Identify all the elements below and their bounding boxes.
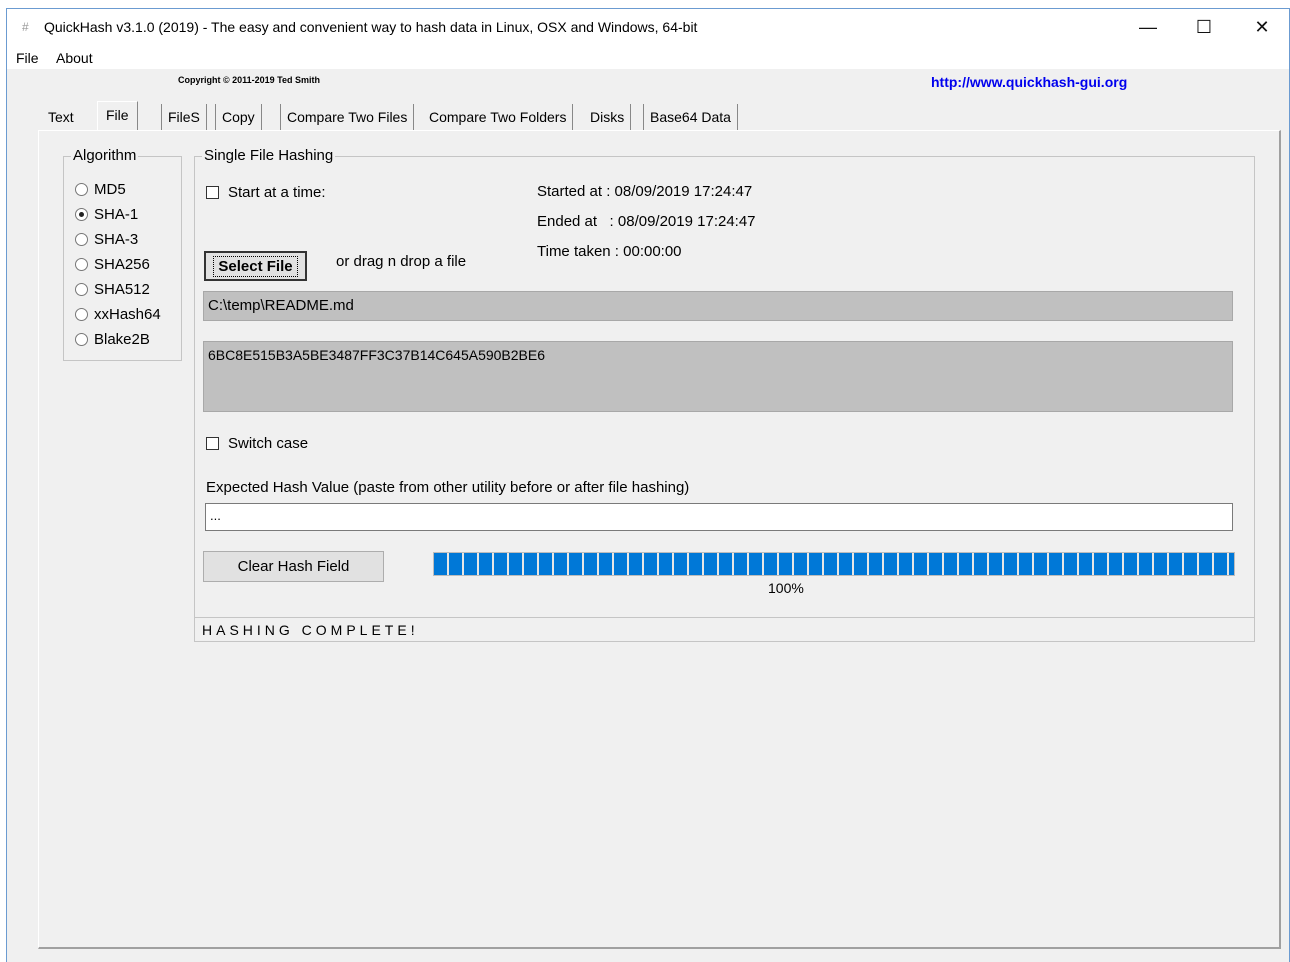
progress-fill	[434, 553, 1234, 575]
select-file-label: Select File	[213, 255, 298, 277]
tab-base64-data[interactable]: Base64 Data	[643, 104, 738, 131]
radio-xxhash64-label: xxHash64	[94, 306, 161, 323]
radio-sha1-circle[interactable]	[75, 208, 88, 221]
clear-hash-button[interactable]: Clear Hash Field	[203, 551, 384, 582]
window-title: QuickHash v3.1.0 (2019) - The easy and c…	[44, 19, 698, 35]
maximize-button[interactable]: ☐	[1176, 9, 1232, 45]
app-icon: #	[22, 20, 29, 34]
radio-sha256-circle[interactable]	[75, 258, 88, 271]
radio-sha512[interactable]: SHA512	[75, 281, 150, 298]
tab-disks[interactable]: Disks	[584, 104, 632, 131]
copyright-text: Copyright © 2011-2019 Ted Smith	[178, 75, 321, 85]
minimize-button[interactable]: —	[1120, 9, 1176, 45]
hash-value-field[interactable]: 6BC8E515B3A5BE3487FF3C37B14C645A590B2BE6	[203, 341, 1233, 412]
radio-sha1[interactable]: SHA-1	[75, 206, 138, 223]
radio-sha256-label: SHA256	[94, 256, 150, 273]
radio-sha1-label: SHA-1	[94, 206, 139, 223]
radio-blake2b-label: Blake2B	[94, 331, 150, 348]
expected-hash-label: Expected Hash Value (paste from other ut…	[206, 479, 690, 496]
website-link[interactable]: http://www.quickhash-gui.org	[931, 74, 1127, 90]
radio-sha512-circle[interactable]	[75, 283, 88, 296]
drag-drop-text: or drag n drop a file	[336, 253, 467, 270]
tab-copy[interactable]: Copy	[215, 104, 262, 131]
progress-bar	[433, 552, 1235, 576]
progress-percent: 100%	[768, 580, 804, 596]
file-path-field[interactable]: C:\temp\README.md	[203, 291, 1233, 321]
status-bar: HASHING COMPLETE!	[194, 617, 1255, 642]
menu-bar	[7, 47, 1289, 69]
radio-sha256[interactable]: SHA256	[75, 256, 150, 273]
ended-at-text: Ended at : 08/09/2019 17:24:47	[537, 213, 756, 230]
tab-compare-two-files[interactable]: Compare Two Files	[280, 104, 415, 131]
radio-xxhash64[interactable]: xxHash64	[75, 306, 161, 323]
time-taken-text: Time taken : 00:00:00	[537, 243, 682, 260]
close-button[interactable]: ✕	[1234, 9, 1290, 45]
tab-text[interactable]: Text	[40, 104, 82, 131]
started-at-text: Started at : 08/09/2019 17:24:47	[537, 183, 753, 200]
radio-sha3[interactable]: SHA-3	[75, 231, 138, 248]
radio-blake2b[interactable]: Blake2B	[75, 331, 150, 348]
single-file-legend: Single File Hashing	[202, 147, 336, 164]
start-at-time-label: Start at a time:	[228, 184, 326, 201]
radio-xxhash64-circle[interactable]	[75, 308, 88, 321]
radio-md5-circle[interactable]	[75, 183, 88, 196]
radio-sha3-circle[interactable]	[75, 233, 88, 246]
radio-sha3-label: SHA-3	[94, 231, 139, 248]
menu-file[interactable]: File	[16, 50, 39, 66]
select-file-button[interactable]: Select File	[204, 251, 307, 281]
tab-compare-two-folders[interactable]: Compare Two Folders	[423, 104, 574, 131]
radio-sha512-label: SHA512	[94, 281, 150, 298]
radio-md5-label: MD5	[94, 181, 126, 198]
switch-case-label: Switch case	[228, 435, 309, 452]
radio-md5[interactable]: MD5	[75, 181, 126, 198]
tab-file[interactable]: File	[97, 101, 138, 131]
tab-files[interactable]: FileS	[161, 104, 207, 131]
switch-case-checkbox[interactable]	[206, 437, 219, 450]
start-at-time-checkbox[interactable]	[206, 186, 219, 199]
algorithm-legend: Algorithm	[71, 147, 139, 164]
menu-about[interactable]: About	[56, 50, 93, 66]
radio-blake2b-circle[interactable]	[75, 333, 88, 346]
expected-hash-input[interactable]: ...	[205, 503, 1233, 531]
